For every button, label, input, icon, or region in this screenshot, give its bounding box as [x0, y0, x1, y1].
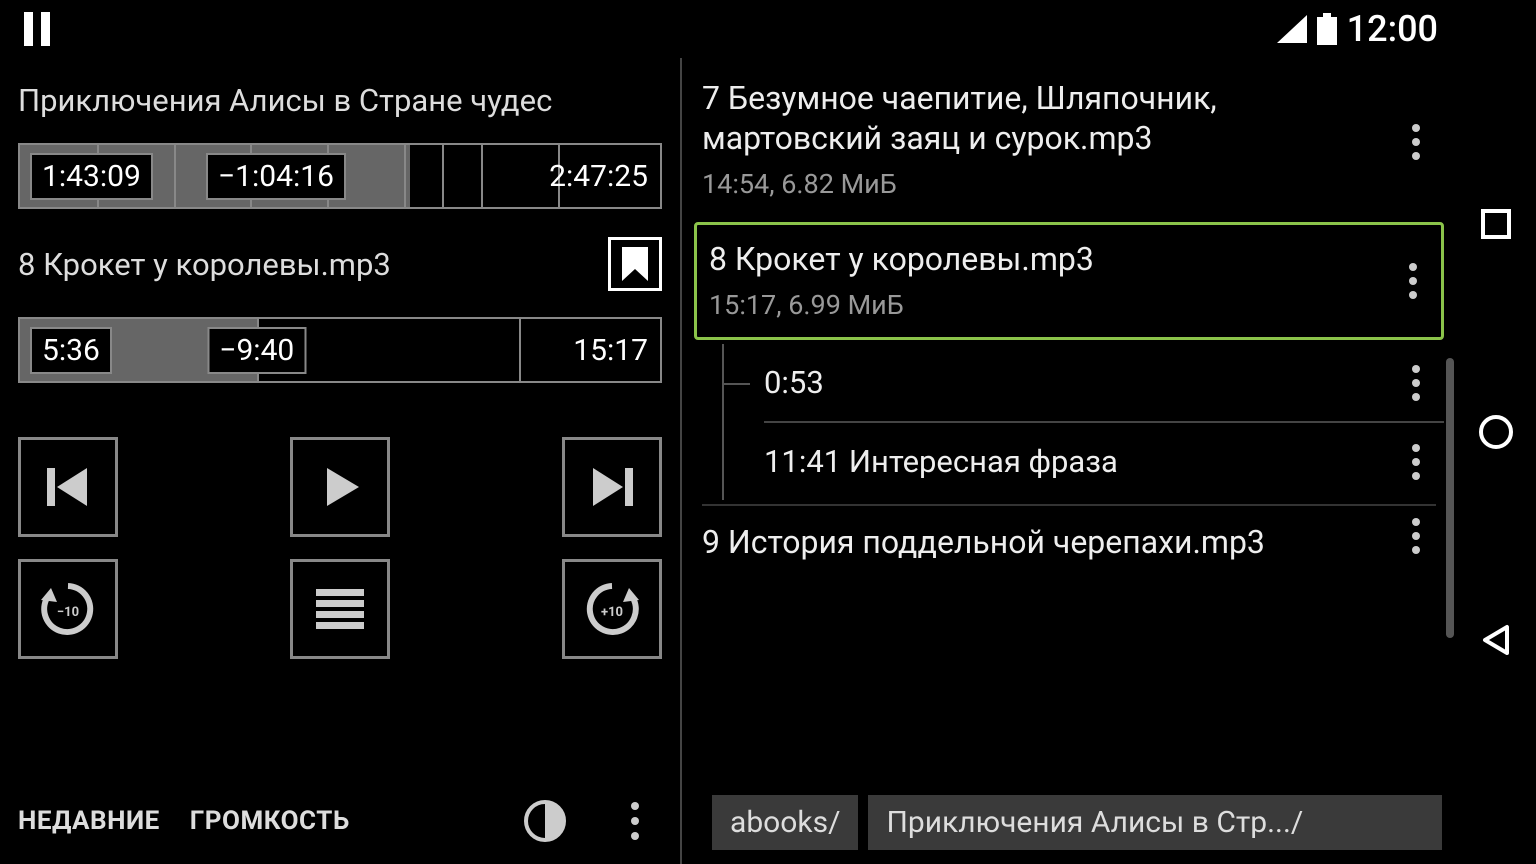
system-nav-bar: [1456, 0, 1536, 864]
rewind-button[interactable]: −10: [18, 559, 118, 659]
status-bar: 12:00: [0, 0, 1456, 58]
playlist-item-active[interactable]: 8 Крокет у королевы.mp3 15:17, 6.99 МиБ: [694, 222, 1444, 340]
item-menu-icon[interactable]: [1396, 122, 1436, 162]
track-name: 8 Крокет у королевы.mp3: [18, 246, 608, 283]
book-title: Приключения Алисы в Стране чудес: [18, 82, 662, 119]
more-menu-icon[interactable]: [630, 801, 640, 841]
bookmark-item[interactable]: 11:41 Интересная фраза: [764, 421, 1444, 500]
previous-button[interactable]: [18, 437, 118, 537]
battery-icon: [1317, 13, 1337, 45]
track-elapsed: 5:36: [30, 327, 112, 374]
book-remaining: −1:04:16: [206, 153, 346, 200]
bookmark-list: 0:53 11:41 Интересная фраза: [722, 344, 1444, 500]
recent-tab[interactable]: НЕДАВНИЕ: [18, 806, 160, 836]
item-menu-icon[interactable]: [1396, 363, 1436, 403]
forward-button[interactable]: +10: [562, 559, 662, 659]
book-total: 2:47:25: [549, 159, 648, 194]
nav-recent-button[interactable]: [1477, 205, 1515, 243]
bookmark-label: 0:53: [764, 364, 824, 401]
breadcrumb-item[interactable]: Приключения Алисы в Стр.../: [868, 795, 1442, 850]
book-progress-bar[interactable]: 1:43:09 −1:04:16 2:47:25: [18, 143, 662, 209]
item-title: 9 История поддельной черепахи.mp3: [702, 522, 1436, 562]
playlist-button[interactable]: [290, 559, 390, 659]
breadcrumb: abooks/ Приключения Алисы в Стр.../: [682, 783, 1456, 864]
track-total: 15:17: [573, 333, 648, 368]
bookmark-label: 11:41 Интересная фраза: [764, 443, 1118, 480]
item-title: 7 Безумное чаепитие, Шляпочник, мартовск…: [702, 78, 1436, 158]
breadcrumb-item[interactable]: abooks/: [712, 795, 858, 850]
theme-toggle-icon[interactable]: [524, 800, 566, 842]
playlist-item[interactable]: 9 История поддельной черепахи.mp3: [694, 510, 1444, 562]
playlist-pane: 7 Безумное чаепитие, Шляпочник, мартовск…: [682, 58, 1456, 864]
next-button[interactable]: [562, 437, 662, 537]
signal-icon: [1277, 15, 1307, 43]
scrollbar[interactable]: [1446, 358, 1454, 638]
nav-back-button[interactable]: [1477, 621, 1515, 659]
item-menu-icon[interactable]: [1393, 261, 1433, 301]
player-pane: Приключения Алисы в Стране чудес 1:43:09…: [0, 58, 682, 864]
nav-home-button[interactable]: [1477, 413, 1515, 451]
clock-text: 12:00: [1347, 8, 1438, 50]
divider: [702, 504, 1436, 506]
pause-indicator-icon: [22, 12, 52, 46]
volume-tab[interactable]: ГРОМКОСТЬ: [190, 806, 350, 836]
play-button[interactable]: [290, 437, 390, 537]
item-meta: 15:17, 6.99 МиБ: [709, 289, 1433, 321]
track-progress-bar[interactable]: 5:36 −9:40 15:17: [18, 317, 662, 383]
book-elapsed: 1:43:09: [30, 153, 153, 200]
svg-text:+10: +10: [601, 605, 623, 620]
item-menu-icon[interactable]: [1396, 516, 1436, 556]
bookmark-item[interactable]: 0:53: [724, 344, 1444, 421]
bookmark-button[interactable]: [608, 237, 662, 291]
item-menu-icon[interactable]: [1396, 442, 1436, 482]
playlist-item[interactable]: 7 Безумное чаепитие, Шляпочник, мартовск…: [694, 66, 1444, 218]
svg-text:−10: −10: [57, 605, 79, 620]
item-meta: 14:54, 6.82 МиБ: [702, 168, 1436, 200]
item-title: 8 Крокет у королевы.mp3: [709, 239, 1433, 279]
track-remaining: −9:40: [207, 327, 306, 374]
